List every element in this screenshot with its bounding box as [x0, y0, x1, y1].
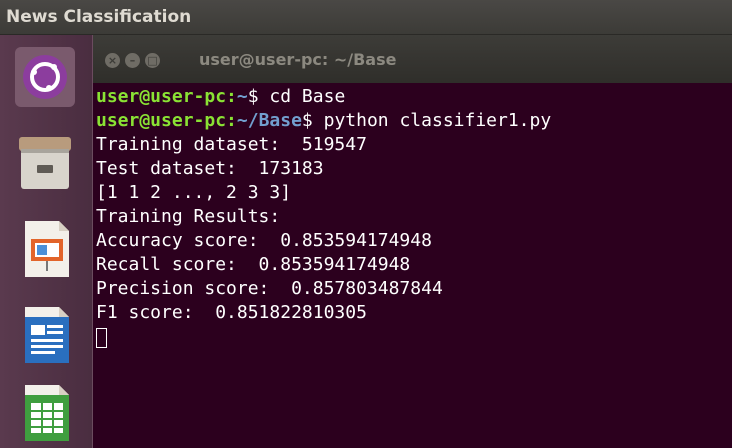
file-manager-icon	[19, 137, 71, 189]
prompt-line-2: user@user-pc:~/Base$ python classifier1.…	[96, 109, 551, 133]
output-line: [1 1 2 ..., 2 3 3]	[96, 182, 292, 203]
minimize-icon: –	[129, 54, 136, 67]
launcher-dash[interactable]	[13, 45, 77, 109]
prompt-path: ~	[236, 86, 248, 107]
launcher-calc[interactable]	[13, 381, 77, 445]
launcher	[0, 35, 93, 448]
terminal-titlebar: × – □ user@user-pc: ~/Base	[93, 35, 732, 83]
output-line: Training dataset: 519547	[96, 134, 367, 155]
launcher-writer[interactable]	[13, 303, 77, 367]
output-line: Accuracy score: 0.853594174948	[96, 230, 432, 251]
output-line: Precision score: 0.857803487844	[96, 278, 443, 299]
prompt-user: user@user-pc	[96, 86, 227, 107]
output-line: Training Results:	[96, 206, 281, 227]
prompt-separator: :	[226, 86, 237, 107]
terminal-window-title: user@user-pc: ~/Base	[199, 50, 397, 69]
prompt-symbol: $	[247, 86, 270, 107]
launcher-files[interactable]	[13, 131, 77, 195]
terminal-cursor	[96, 328, 107, 348]
prompt-command: python classifier1.py	[323, 110, 552, 131]
output-line: Recall score: 0.853594174948	[96, 254, 411, 275]
close-icon: ×	[107, 54, 118, 67]
maximize-icon: □	[147, 54, 158, 67]
window-app-title: News Classification	[6, 7, 192, 27]
close-button[interactable]: ×	[105, 53, 120, 68]
prompt-user: user@user-pc	[96, 110, 227, 131]
maximize-button[interactable]: □	[145, 53, 160, 68]
launcher-impress[interactable]	[13, 217, 77, 281]
dash-home-icon	[15, 47, 75, 107]
prompt-line-1: user@user-pc:~$ cd Base	[96, 85, 345, 109]
terminal-body[interactable]: user@user-pc:~$ cd Base user@user-pc:~/B…	[93, 83, 732, 448]
prompt-command: cd Base	[269, 86, 346, 107]
libreoffice-impress-icon	[25, 221, 69, 277]
minimize-button[interactable]: –	[125, 53, 140, 68]
prompt-separator: :	[226, 110, 237, 131]
prompt-path: ~/Base	[236, 110, 302, 131]
output-line: F1 score: 0.851822810305	[96, 302, 367, 323]
libreoffice-writer-icon	[25, 307, 69, 363]
libreoffice-calc-icon	[25, 385, 69, 441]
top-panel: News Classification	[0, 0, 732, 35]
output-line: Test dataset: 173183	[96, 158, 324, 179]
prompt-symbol: $	[301, 110, 324, 131]
